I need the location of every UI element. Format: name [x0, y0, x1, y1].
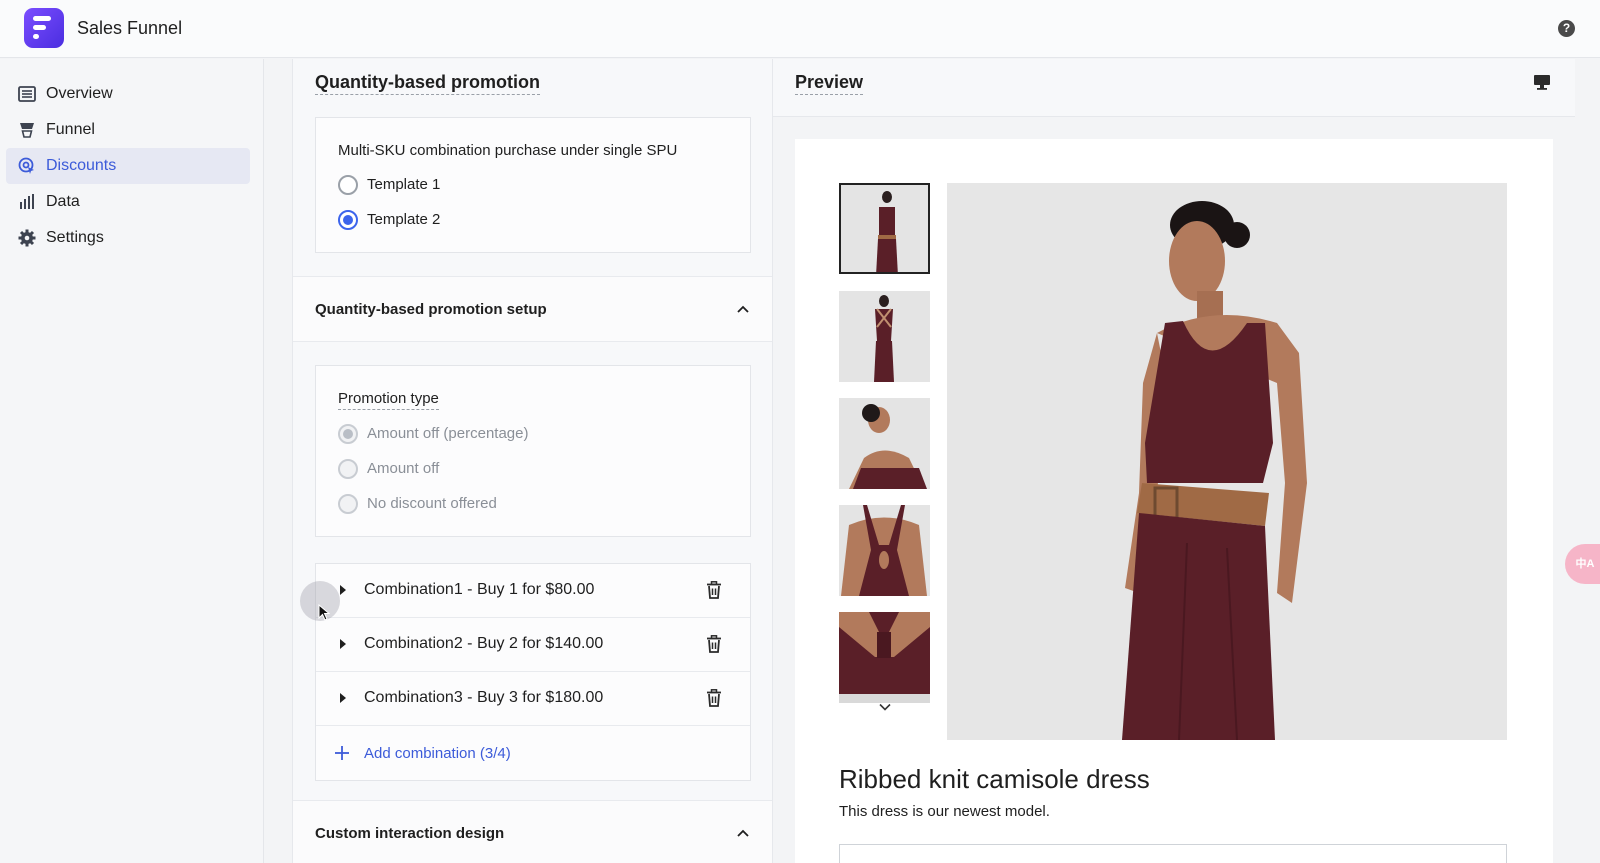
logo-mark-icon — [33, 16, 51, 39]
radio-circle — [338, 175, 358, 195]
preview-title: Preview — [795, 72, 864, 95]
plus-icon — [335, 746, 349, 760]
combination-label: Combination3 - Buy 3 for $180.00 — [364, 689, 604, 706]
thumbnail-image — [841, 185, 928, 272]
promotion-type-label: Promotion type — [338, 390, 439, 410]
thumbnail-image — [839, 291, 930, 382]
list-icon — [18, 86, 36, 102]
funnel-icon — [20, 123, 34, 138]
trash-icon[interactable] — [706, 635, 722, 653]
combination-list: Combination1 - Buy 1 for $80.00 Combinat… — [315, 563, 751, 781]
product-thumbnail[interactable] — [839, 612, 930, 703]
radio-label: Amount off — [367, 460, 440, 477]
trash-icon[interactable] — [706, 689, 722, 707]
sidebar-item-label: Data — [46, 193, 80, 210]
chevron-up-icon[interactable] — [736, 826, 750, 840]
sidebar-item-settings[interactable]: Settings — [6, 220, 250, 256]
chevron-up-icon[interactable] — [736, 302, 750, 316]
sidebar-item-discounts[interactable]: Discounts — [6, 148, 250, 184]
chevron-down-icon[interactable] — [879, 703, 891, 711]
radio-circle-selected — [338, 210, 358, 230]
sidebar-item-overview[interactable]: Overview — [6, 76, 250, 112]
combination-row[interactable]: Combination3 - Buy 3 for $180.00 — [316, 672, 750, 726]
promotion-type-card: Promotion type Amount off (percentage) A… — [315, 365, 751, 537]
product-thumbnail[interactable] — [839, 183, 930, 274]
product-thumbnail[interactable] — [839, 291, 930, 382]
product-description: This dress is our newest model. — [839, 803, 1050, 820]
radio-circle-disabled-selected — [338, 424, 358, 444]
template-question: Multi-SKU combination purchase under sin… — [338, 142, 678, 159]
bar-chart-icon — [20, 194, 34, 209]
sidebar-item-label: Overview — [46, 85, 113, 102]
template-card: Multi-SKU combination purchase under sin… — [315, 117, 751, 253]
product-thumbnail[interactable] — [839, 505, 930, 596]
discount-icon — [18, 157, 34, 174]
sidebar-item-label: Discounts — [46, 157, 117, 174]
preview-panel: Preview Ribbed knit camisole dress This … — [773, 59, 1575, 863]
model-photo — [947, 183, 1507, 740]
desktop-monitor-icon[interactable] — [1533, 74, 1551, 90]
translate-button[interactable]: 中A — [1565, 544, 1600, 584]
add-combination-button[interactable]: Add combination (3/4) — [316, 726, 750, 780]
trash-icon[interactable] — [706, 581, 722, 599]
radio-label: Template 2 — [367, 211, 441, 228]
gear-icon — [18, 229, 36, 247]
caret-right-icon[interactable] — [340, 693, 346, 703]
thumbnail-image — [839, 612, 930, 703]
combination-label: Combination1 - Buy 1 for $80.00 — [364, 581, 595, 598]
sidebar: Overview Funnel Discounts Data Settings — [0, 59, 264, 863]
top-bar: Sales Funnel ? — [0, 0, 1600, 58]
product-thumbnail[interactable] — [839, 398, 930, 489]
scroll-gutter — [1575, 59, 1600, 863]
combination-label: Combination2 - Buy 2 for $140.00 — [364, 635, 604, 652]
thumbnail-image — [839, 398, 930, 489]
combination-row[interactable]: Combination1 - Buy 1 for $80.00 — [316, 564, 750, 618]
sidebar-item-label: Settings — [46, 229, 104, 246]
app-logo[interactable] — [24, 8, 64, 48]
combination-row[interactable]: Combination2 - Buy 2 for $140.00 — [316, 618, 750, 672]
sidebar-item-funnel[interactable]: Funnel — [6, 112, 250, 148]
sidebar-item-data[interactable]: Data — [6, 184, 250, 220]
custom-design-title: Custom interaction design — [315, 825, 505, 842]
help-icon[interactable]: ? — [1558, 20, 1575, 37]
product-title: Ribbed knit camisole dress — [839, 764, 1150, 794]
app-title: Sales Funnel — [77, 18, 183, 38]
add-combination-label: Add combination (3/4) — [364, 745, 511, 762]
radio-label: Amount off (percentage) — [367, 425, 529, 442]
product-preview: Ribbed knit camisole dress This dress is… — [795, 139, 1553, 863]
sidebar-item-label: Funnel — [46, 121, 95, 138]
mouse-cursor-icon — [318, 604, 330, 621]
radio-circle-disabled — [338, 459, 358, 479]
caret-right-icon[interactable] — [340, 639, 346, 649]
preview-header: Preview — [773, 59, 1575, 117]
caret-right-icon[interactable] — [340, 585, 346, 595]
setup-section-title: Quantity-based promotion setup — [315, 301, 547, 318]
promotion-editor: Quantity-based promotion Multi-SKU combi… — [292, 59, 773, 863]
custom-design-section-header[interactable]: Custom interaction design — [293, 800, 772, 863]
radio-circle-disabled — [338, 494, 358, 514]
radio-label: No discount offered — [367, 495, 497, 512]
setup-section-header[interactable]: Quantity-based promotion setup — [293, 276, 772, 342]
product-options-box — [839, 844, 1507, 863]
product-main-image — [947, 183, 1507, 740]
thumbnail-image — [839, 505, 930, 596]
editor-title: Quantity-based promotion — [315, 72, 540, 95]
radio-label: Template 1 — [367, 176, 441, 193]
